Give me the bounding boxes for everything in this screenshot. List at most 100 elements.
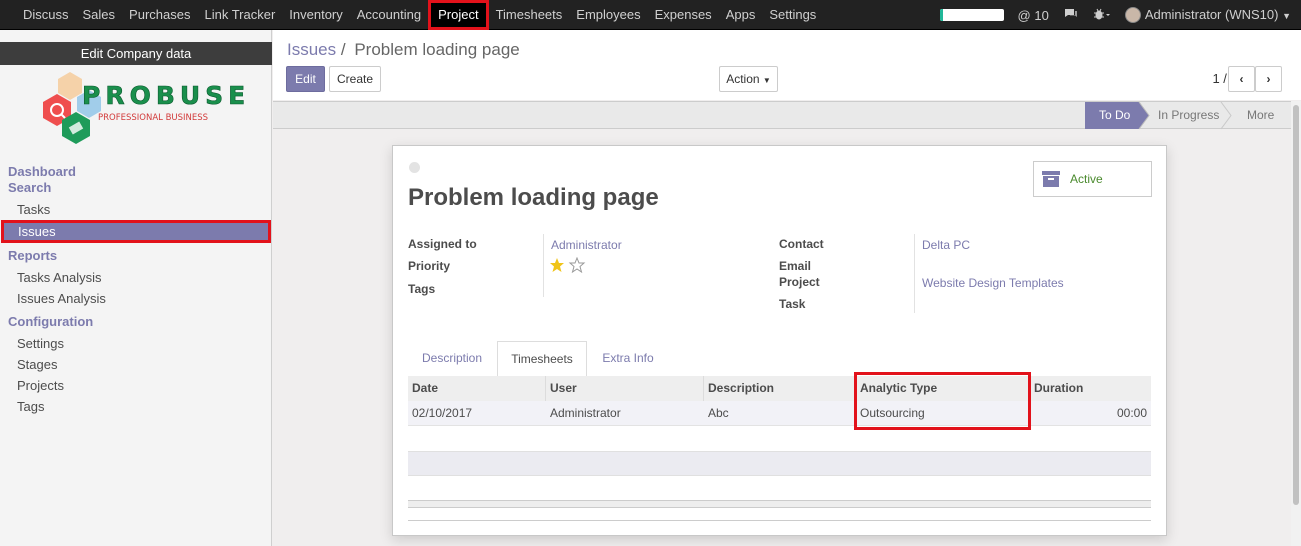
menu-settings[interactable]: Settings: [762, 0, 823, 30]
menu-sales[interactable]: Sales: [76, 0, 123, 30]
form-statusbar: To Do In Progress More: [273, 101, 1301, 130]
pager-previous-button[interactable]: ‹: [1228, 66, 1255, 92]
stage-arrows: [1085, 102, 1232, 130]
chevron-left-icon: ‹: [1239, 72, 1244, 86]
contact-label: Contact: [779, 237, 824, 251]
table-footer: [408, 500, 1151, 508]
breadcrumb-current: Problem loading page: [354, 40, 520, 59]
form-sheet: Problem loading page Active Assigned to …: [392, 145, 1167, 536]
breadcrumb-separator: /: [340, 40, 346, 59]
breadcrumb: Issues / Problem loading page: [287, 40, 520, 60]
caret-down-icon: ▼: [762, 76, 771, 85]
scrollbar-thumb[interactable]: [1293, 105, 1299, 505]
stage-more-dropdown[interactable]: More: [1247, 102, 1274, 129]
task-label: Task: [779, 297, 806, 311]
app-menu: Discuss Sales Purchases Link Tracker Inv…: [16, 0, 823, 30]
sidebar-item-tasks-analysis[interactable]: Tasks Analysis: [0, 267, 272, 288]
priority-stars: [550, 256, 586, 274]
create-button[interactable]: Create: [329, 66, 381, 92]
column-header-duration[interactable]: Duration: [1030, 376, 1151, 401]
table-footer-line: [408, 520, 1151, 521]
breadcrumb-issues-link[interactable]: Issues: [287, 40, 336, 59]
field-divider: [543, 234, 544, 297]
sidebar-item-tasks[interactable]: Tasks: [0, 199, 272, 220]
cell-user: Administrator: [550, 406, 621, 420]
stage-to-do[interactable]: To Do: [1099, 102, 1130, 129]
email-label: Email: [779, 259, 812, 273]
logo-brand: PROBUSE: [82, 81, 246, 110]
highlight-analytic-type: [854, 372, 1031, 430]
priority-label: Priority: [408, 259, 451, 273]
stage-in-progress[interactable]: In Progress: [1158, 102, 1219, 129]
progress-fill: [939, 9, 944, 21]
sidebar-header-configuration: Configuration: [8, 314, 94, 329]
archive-icon: [1042, 171, 1060, 187]
tags-label: Tags: [408, 282, 436, 296]
pager-next-button[interactable]: ›: [1255, 66, 1282, 92]
edit-company-data-button[interactable]: Edit Company data: [0, 42, 272, 65]
tab-description[interactable]: Description: [408, 341, 496, 377]
edit-button[interactable]: Edit: [286, 66, 325, 92]
bug-icon[interactable]: [1093, 7, 1111, 24]
column-header-description[interactable]: Description: [704, 376, 856, 401]
menu-inventory[interactable]: Inventory: [282, 0, 349, 30]
empty-row: [408, 451, 1151, 476]
active-toggle-button[interactable]: Active: [1033, 161, 1152, 197]
sidebar-item-stages[interactable]: Stages: [0, 354, 272, 375]
systray: @ 10 Administrator (WNS10) ▼: [939, 0, 1291, 30]
assigned-to-value[interactable]: Administrator: [551, 238, 622, 252]
menu-purchases[interactable]: Purchases: [122, 0, 197, 30]
company-logo: PROBUSE PROFESSIONAL BUSINESS: [36, 72, 246, 152]
menu-timesheets[interactable]: Timesheets: [489, 0, 570, 30]
control-panel: Issues / Problem loading page Edit Creat…: [273, 30, 1301, 100]
sidebar-header-dashboard[interactable]: Dashboard: [0, 164, 272, 180]
logo-tagline: PROFESSIONAL BUSINESS: [98, 113, 208, 123]
column-header-date[interactable]: Date: [408, 376, 546, 401]
chevron-down-icon: ▼: [1282, 10, 1291, 21]
contact-value[interactable]: Delta PC: [922, 238, 970, 252]
cell-duration: 00:00: [1116, 406, 1147, 420]
user-menu[interactable]: Administrator (WNS10) ▼: [1124, 6, 1291, 24]
at-icon: @: [1017, 7, 1031, 23]
scrollbar[interactable]: [1291, 101, 1301, 546]
menu-link-tracker[interactable]: Link Tracker: [197, 0, 282, 30]
project-label: Project: [779, 275, 820, 289]
menu-discuss[interactable]: Discuss: [16, 0, 76, 30]
menu-employees[interactable]: Employees: [569, 0, 647, 30]
tab-timesheets[interactable]: Timesheets: [497, 341, 587, 377]
avatar: [1124, 7, 1141, 24]
top-navbar: Discuss Sales Purchases Link Tracker Inv…: [0, 0, 1301, 30]
menu-project[interactable]: Project: [428, 0, 489, 30]
sidebar-item-projects[interactable]: Projects: [0, 375, 272, 396]
mentions[interactable]: @ 10: [1018, 8, 1049, 23]
loading-progress-bar: [939, 9, 1004, 21]
kanban-state-dot[interactable]: [409, 162, 420, 173]
priority-widget[interactable]: [550, 256, 590, 275]
star-icon-filled: [550, 258, 564, 272]
cell-date: 02/10/2017: [412, 406, 473, 420]
column-header-user[interactable]: User: [546, 376, 704, 401]
notebook-tabs: Description Timesheets Extra Info: [408, 341, 1151, 377]
sidebar-header-search: Search: [8, 180, 52, 195]
sidebar: Edit Company data PROBUSE PROFESSIONAL B…: [0, 30, 272, 546]
issue-title: Problem loading page: [408, 184, 659, 211]
tab-extra-info[interactable]: Extra Info: [588, 341, 668, 377]
sidebar-nav: Dashboard Search Tasks Issues Reports Ta…: [0, 162, 272, 417]
action-label: Action: [726, 72, 760, 86]
star-icon-empty: [568, 256, 586, 274]
menu-apps[interactable]: Apps: [719, 0, 763, 30]
chevron-right-icon: ›: [1266, 72, 1271, 86]
sidebar-item-settings[interactable]: Settings: [0, 333, 272, 354]
field-divider: [914, 234, 915, 313]
project-value[interactable]: Website Design Templates: [922, 276, 1064, 290]
sidebar-item-issues-analysis[interactable]: Issues Analysis: [0, 288, 272, 309]
chat-icon[interactable]: [1063, 7, 1079, 24]
user-name: Administrator (WNS10): [1144, 6, 1279, 22]
sidebar-item-tags[interactable]: Tags: [0, 396, 272, 417]
sidebar-item-issues[interactable]: Issues: [1, 220, 271, 243]
sidebar-header-reports: Reports: [8, 248, 58, 263]
menu-accounting[interactable]: Accounting: [350, 0, 428, 30]
menu-expenses[interactable]: Expenses: [648, 0, 719, 30]
action-dropdown[interactable]: Action ▼: [719, 66, 778, 92]
mentions-count: 10: [1034, 7, 1049, 23]
